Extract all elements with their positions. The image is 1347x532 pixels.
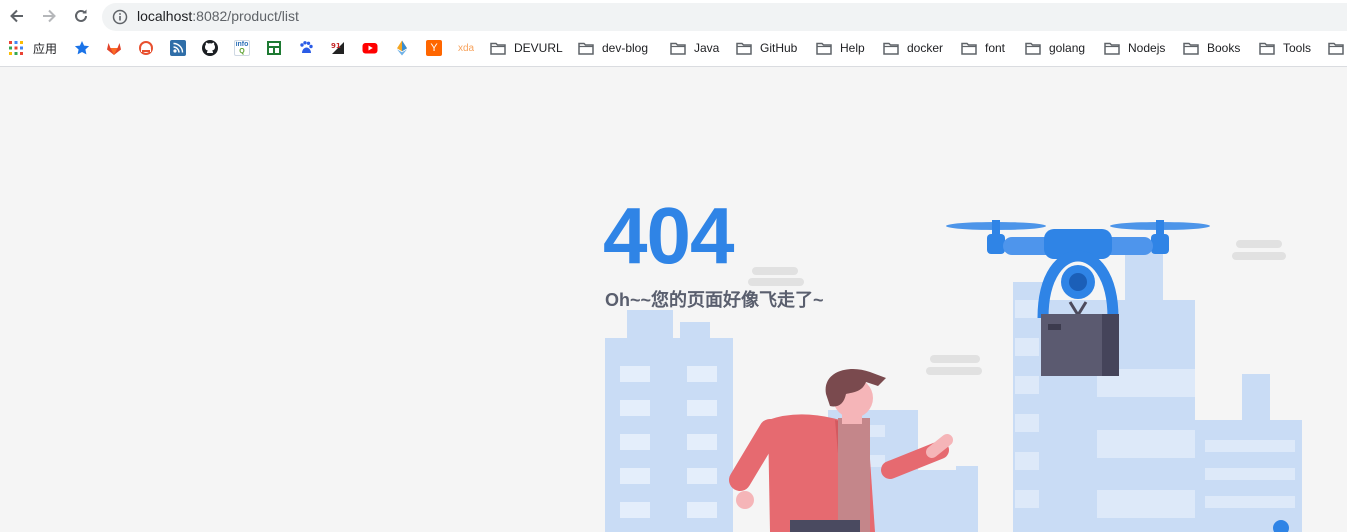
left-building <box>605 310 733 532</box>
cloud <box>1232 240 1286 260</box>
error-code: 404 <box>603 191 734 280</box>
right-buildings <box>828 252 1302 532</box>
cloud <box>748 267 804 286</box>
error-message: Oh~~您的页面好像飞走了~ <box>605 290 824 310</box>
cloud <box>926 355 982 375</box>
